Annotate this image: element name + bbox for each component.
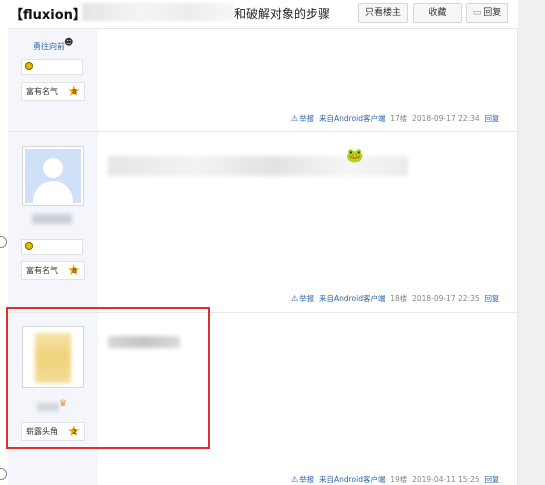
thread-title: 和破解对象的步骤 (234, 7, 331, 21)
edge-marker (0, 236, 7, 248)
default-avatar-icon (25, 149, 81, 203)
author-badge-icon: ☻ (64, 38, 74, 48)
client-link[interactable]: 来自Android客户端 (319, 475, 386, 484)
warning-icon: ⚠ (291, 475, 299, 484)
floor-number: 17楼 (390, 114, 408, 123)
reply-link[interactable]: 回复 (484, 114, 499, 123)
floor-number: 19楼 (390, 475, 408, 484)
thread-title-redacted (82, 3, 234, 21)
post-meta: ⚠举报 来自Android客户端 17楼 2018-09-17 22:34 回复 (291, 113, 499, 124)
reply-link[interactable]: 回复 (484, 294, 499, 303)
level-name: 富有名气 (26, 266, 58, 275)
comment-icon: ▭ (472, 8, 482, 18)
emoticon-icon: 🐸 (346, 148, 364, 164)
collect-button[interactable]: 收藏 (413, 3, 462, 23)
reply-button[interactable]: ▭ 回复 (466, 3, 508, 23)
post-time: 2018-09-17 22:34 (412, 114, 480, 123)
report-link[interactable]: 举报 (299, 475, 314, 484)
post-time: 2019-04-11 15:25 (412, 475, 480, 484)
floor-number: 18楼 (390, 294, 408, 303)
edge-marker (0, 468, 7, 480)
reply-button-label: 回复 (483, 8, 502, 18)
medal-icon (25, 242, 33, 250)
author-name[interactable]: 勇往向前 (33, 41, 65, 52)
warning-icon: ⚠ (291, 294, 299, 303)
author-name-redacted (32, 214, 72, 224)
only-op-button[interactable]: 只看楼主 (358, 3, 408, 23)
thread-header: 【fluxion】 和破解对象的步骤 只看楼主 收藏 ▭ 回复 (8, 0, 518, 29)
post-divider (8, 131, 518, 132)
client-link[interactable]: 来自Android客户端 (319, 294, 386, 303)
highlight-box (6, 307, 210, 449)
level-name: 富有名气 (26, 87, 58, 96)
level-number: 8 (72, 88, 77, 96)
level-badge[interactable]: 富有名气 ★ 8 (21, 82, 85, 101)
honor-badge[interactable] (21, 59, 83, 75)
warning-icon: ⚠ (291, 114, 299, 123)
reply-link[interactable]: 回复 (484, 475, 499, 484)
report-link[interactable]: 举报 (299, 294, 314, 303)
honor-badge[interactable] (21, 239, 83, 255)
medal-icon (25, 62, 33, 70)
level-badge[interactable]: 富有名气 ★ 8 (21, 261, 85, 280)
post-meta: ⚠举报 来自Android客户端 18楼 2018-09-17 22:35 回复 (291, 293, 499, 304)
post-meta: ⚠举报 来自Android客户端 19楼 2019-04-11 15:25 回复 (291, 474, 499, 485)
report-link[interactable]: 举报 (299, 114, 314, 123)
post-time: 2018-09-17 22:35 (412, 294, 480, 303)
scrollbar-track[interactable] (517, 0, 545, 485)
client-link[interactable]: 来自Android客户端 (319, 114, 386, 123)
avatar[interactable] (22, 146, 84, 206)
level-number: 8 (72, 267, 77, 275)
thread-title-prefix: 【fluxion】 (10, 8, 86, 23)
